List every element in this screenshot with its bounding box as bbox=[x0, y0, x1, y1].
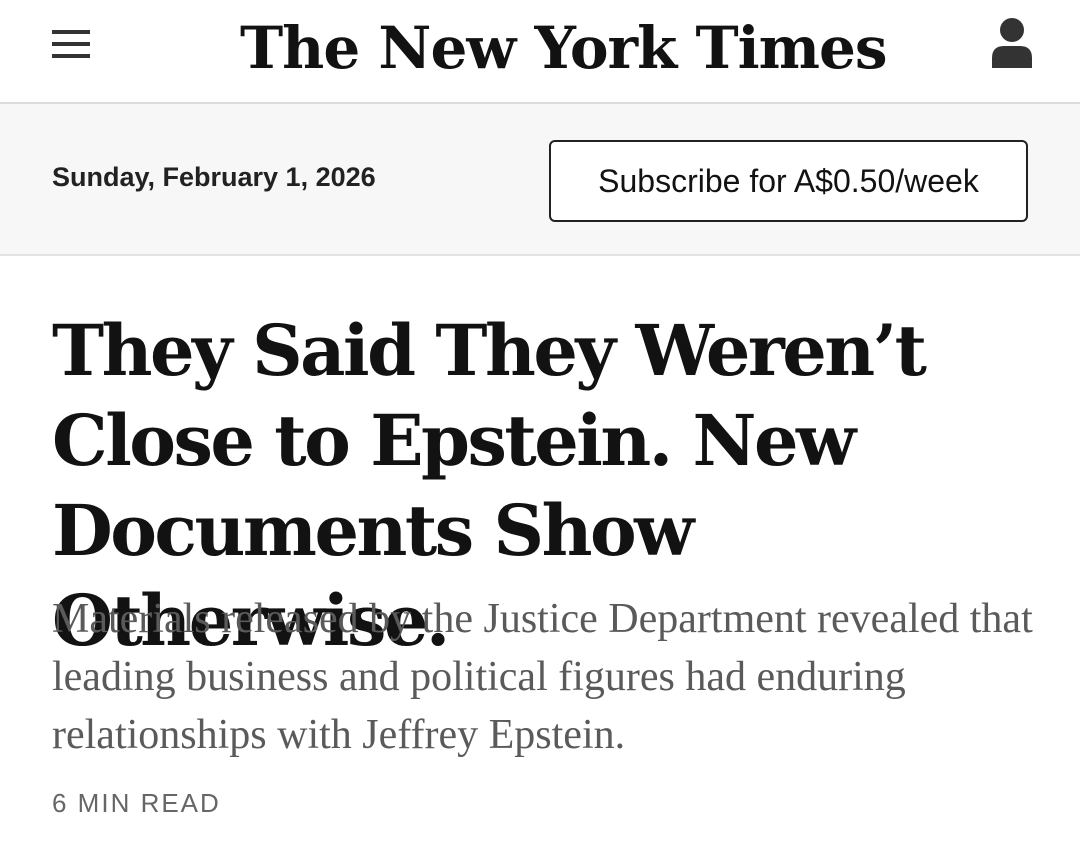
hamburger-menu-icon[interactable] bbox=[52, 28, 92, 62]
masthead-logo[interactable]: The New York Times bbox=[240, 8, 888, 88]
user-account-icon[interactable] bbox=[990, 16, 1034, 70]
subscribe-button[interactable]: Subscribe for A$0.50/week bbox=[549, 140, 1028, 222]
date-subscribe-bar: Sunday, February 1, 2026 Subscribe for A… bbox=[0, 104, 1080, 256]
article-summary: Materials released by the Justice Depart… bbox=[52, 596, 1033, 758]
top-navigation-bar: The New York Times bbox=[0, 0, 1080, 104]
current-date: Sunday, February 1, 2026 bbox=[52, 162, 376, 192]
read-time-label: 6 MIN READ bbox=[52, 788, 221, 818]
